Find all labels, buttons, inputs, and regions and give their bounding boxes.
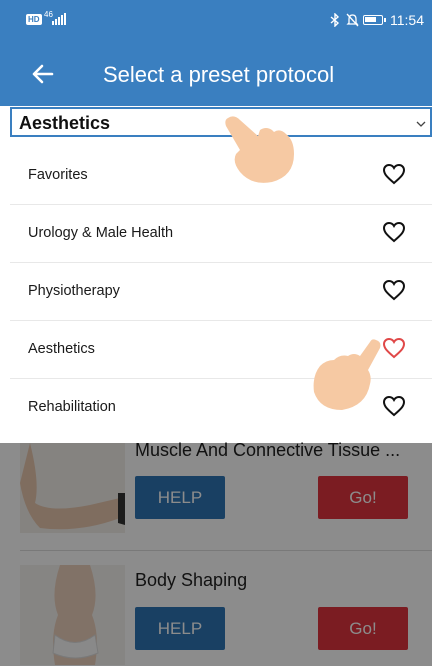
heart-outline-icon[interactable] — [382, 221, 406, 243]
heart-outline-icon[interactable] — [382, 163, 406, 185]
app-bar: Select a preset protocol — [0, 44, 432, 106]
status-time: 11:54 — [390, 12, 424, 28]
option-label: Urology & Male Health — [28, 225, 174, 241]
option-label: Aesthetics — [28, 341, 95, 357]
heart-favorite-icon[interactable] — [382, 337, 406, 359]
pointing-hand-icon — [222, 112, 298, 191]
dropdown-option-physiotherapy[interactable]: Physiotherapy — [10, 262, 432, 321]
arrow-left-icon[interactable] — [28, 58, 60, 90]
bluetooth-icon — [330, 12, 340, 29]
dropdown-selected-value: Aesthetics — [19, 113, 111, 133]
status-bar: HD 46 11:54 — [0, 0, 432, 44]
dropdown-option-favorites[interactable]: Favorites — [10, 146, 432, 205]
pointing-hand-icon — [312, 336, 384, 417]
modal-backdrop[interactable] — [0, 443, 432, 666]
notifications-off-icon — [346, 13, 359, 30]
heart-outline-icon[interactable] — [382, 279, 406, 301]
battery-icon — [363, 15, 386, 25]
signal-icon — [52, 13, 66, 25]
heart-outline-icon[interactable] — [382, 395, 406, 417]
page-title: Select a preset protocol — [103, 62, 335, 87]
option-label: Favorites — [28, 167, 88, 183]
option-label: Physiotherapy — [28, 283, 120, 299]
protocol-category-dropdown[interactable]: Aesthetics — [10, 107, 432, 137]
dropdown-option-urology[interactable]: Urology & Male Health — [10, 204, 432, 263]
hd-badge: HD — [26, 14, 42, 25]
option-label: Rehabilitation — [28, 399, 116, 415]
chevron-down-icon — [416, 116, 426, 127]
